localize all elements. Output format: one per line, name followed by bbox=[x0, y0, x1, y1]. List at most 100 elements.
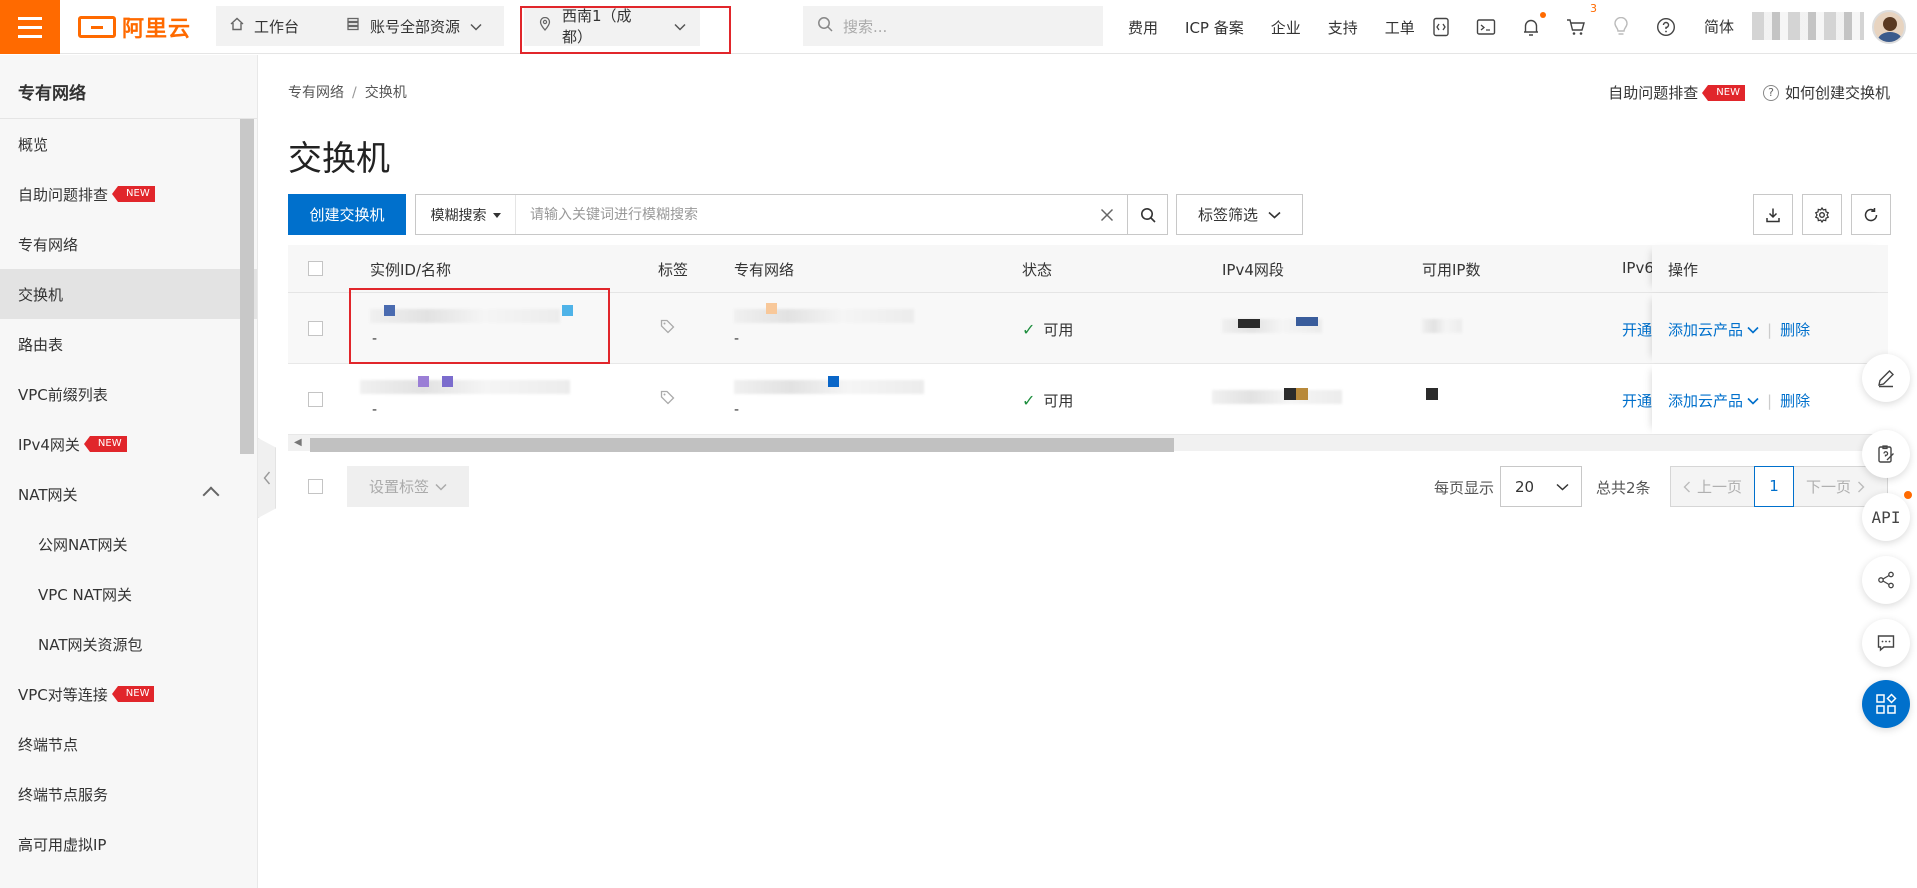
sidebar-item-nat-gateway[interactable]: NAT网关 bbox=[0, 469, 257, 519]
search-submit-button[interactable] bbox=[1127, 195, 1167, 234]
page-size-value: 20 bbox=[1515, 477, 1535, 496]
prev-page-button[interactable]: 上一页 bbox=[1671, 476, 1754, 497]
sidebar-item-ipv4-gateway[interactable]: IPv4网关 NEW bbox=[0, 419, 257, 469]
footer-select-all-checkbox[interactable] bbox=[308, 479, 323, 494]
search-type-label: 模糊搜索 bbox=[430, 207, 487, 224]
breadcrumb-item-vpc[interactable]: 专有网络 bbox=[288, 85, 344, 101]
main-content: 专有网络 / 交换机 自助问题排查 NEW ? 如何创建交换机 交换机 创建交换机 … bbox=[288, 55, 1891, 888]
sidebar-item-endpoint-service[interactable]: 终端节点服务 bbox=[0, 769, 257, 819]
status-text: 可用 bbox=[1043, 321, 1074, 339]
enable-ipv6-link[interactable]: 开通 bbox=[1622, 319, 1652, 340]
redaction-pixel bbox=[384, 305, 395, 316]
instance-id-redacted[interactable] bbox=[360, 380, 570, 394]
code-editor-icon[interactable] bbox=[1430, 16, 1452, 38]
lightbulb-icon[interactable] bbox=[1610, 16, 1632, 38]
sidebar-item-overview[interactable]: 概览 bbox=[0, 119, 257, 169]
sidebar-item-route-table[interactable]: 路由表 bbox=[0, 319, 257, 369]
current-page-button[interactable]: 1 bbox=[1754, 465, 1795, 507]
sidebar-item-havip[interactable]: 高可用虚拟IP bbox=[0, 819, 257, 869]
tag-icon[interactable] bbox=[660, 390, 675, 409]
settings-button[interactable] bbox=[1802, 194, 1842, 235]
add-cloud-product-link[interactable]: 添加云产品 bbox=[1668, 390, 1743, 411]
column-instance-id: 实例ID/名称 bbox=[370, 261, 452, 279]
sidebar-item-nat-package[interactable]: NAT网关资源包 bbox=[0, 619, 257, 669]
available-ip-redacted bbox=[1422, 319, 1462, 333]
language-switch[interactable]: 简体 bbox=[1704, 16, 1734, 37]
row-checkbox[interactable] bbox=[308, 321, 323, 336]
table-horizontal-scrollbar[interactable]: ◀ bbox=[288, 435, 1888, 452]
clipboard-edit-icon bbox=[1878, 445, 1894, 463]
share-button[interactable] bbox=[1862, 556, 1910, 604]
download-button[interactable] bbox=[1753, 194, 1793, 235]
table-row: - - ✓ 可用 开通 添加云产品 | 删除 bbox=[288, 293, 1888, 364]
workbench-button[interactable]: 工作台 bbox=[216, 6, 334, 46]
sidebar-item-prefix-list[interactable]: VPC前缀列表 bbox=[0, 369, 257, 419]
vpc-name: - bbox=[734, 402, 740, 418]
nav-link-ticket[interactable]: 工单 bbox=[1385, 17, 1415, 38]
delete-link[interactable]: 删除 bbox=[1780, 319, 1810, 340]
nav-link-billing[interactable]: 费用 bbox=[1128, 17, 1158, 38]
status-text: 可用 bbox=[1043, 392, 1074, 410]
search-icon bbox=[817, 16, 833, 36]
feedback-edit-button[interactable] bbox=[1862, 354, 1910, 402]
sidebar-item-vpc-nat[interactable]: VPC NAT网关 bbox=[0, 569, 257, 619]
operations-cell: 添加云产品 | 删除 bbox=[1652, 364, 1888, 434]
chevron-up-icon bbox=[202, 486, 220, 504]
troubleshoot-link[interactable]: 自助问题排查 bbox=[1608, 82, 1698, 103]
global-search[interactable]: 搜索... bbox=[803, 6, 1103, 46]
create-vswitch-button[interactable]: 创建交换机 bbox=[288, 194, 406, 235]
refresh-button[interactable] bbox=[1851, 194, 1891, 235]
location-pin-icon bbox=[538, 16, 552, 35]
scroll-left-icon[interactable]: ◀ bbox=[294, 437, 302, 448]
bell-icon[interactable] bbox=[1520, 12, 1546, 38]
sidebar-collapse-handle[interactable] bbox=[258, 438, 276, 518]
tag-icon[interactable] bbox=[660, 319, 675, 338]
sidebar-item-vswitch[interactable]: 交换机 bbox=[0, 269, 257, 319]
avatar[interactable] bbox=[1872, 10, 1906, 44]
help-icon[interactable] bbox=[1655, 16, 1677, 38]
select-all-checkbox[interactable] bbox=[308, 261, 323, 276]
sidebar-item-public-nat[interactable]: 公网NAT网关 bbox=[0, 519, 257, 569]
nav-link-icp[interactable]: ICP 备案 bbox=[1185, 17, 1244, 38]
tag-filter-dropdown[interactable]: 标签筛选 bbox=[1176, 194, 1303, 235]
terminal-icon[interactable] bbox=[1475, 16, 1497, 38]
how-to-create-link[interactable]: ? 如何创建交换机 bbox=[1762, 82, 1890, 103]
sidebar-item-label: VPC NAT网关 bbox=[38, 585, 133, 604]
add-cloud-product-link[interactable]: 添加云产品 bbox=[1668, 319, 1743, 340]
sidebar-item-label: 终端节点服务 bbox=[18, 785, 109, 804]
sidebar-item-vpc[interactable]: 专有网络 bbox=[0, 219, 257, 269]
scrollbar-thumb[interactable] bbox=[310, 438, 1174, 452]
instance-id-redacted[interactable] bbox=[370, 309, 560, 323]
chat-button[interactable] bbox=[1862, 619, 1910, 667]
pagination: 上一页 1 下一页 bbox=[1670, 465, 1888, 507]
set-tags-button[interactable]: 设置标签 bbox=[347, 466, 469, 507]
column-tags: 标签 bbox=[658, 261, 689, 279]
clear-icon[interactable] bbox=[1087, 195, 1127, 234]
hamburger-menu-button[interactable] bbox=[0, 0, 60, 54]
search-type-dropdown[interactable]: 模糊搜索 bbox=[416, 195, 516, 234]
page-size-select[interactable]: 20 bbox=[1500, 466, 1582, 507]
api-button[interactable]: API bbox=[1862, 491, 1912, 541]
apps-button[interactable] bbox=[1862, 680, 1910, 728]
row-checkbox[interactable] bbox=[308, 392, 323, 407]
enable-ipv6-link[interactable]: 开通 bbox=[1622, 390, 1652, 411]
resource-scope-dropdown[interactable]: 账号全部资源 bbox=[332, 6, 504, 46]
pencil-icon bbox=[1878, 370, 1894, 388]
delete-link[interactable]: 删除 bbox=[1780, 390, 1810, 411]
nav-link-enterprise[interactable]: 企业 bbox=[1271, 17, 1301, 38]
next-page-button[interactable]: 下一页 bbox=[1794, 476, 1877, 497]
checklist-button[interactable] bbox=[1862, 430, 1910, 478]
sidebar-item-troubleshoot[interactable]: 自助问题排查 NEW bbox=[0, 169, 257, 219]
instance-name: - bbox=[372, 402, 378, 418]
region-dropdown[interactable]: 西南1（成都） bbox=[524, 6, 700, 46]
vpc-id-redacted[interactable] bbox=[734, 309, 914, 323]
search-input[interactable] bbox=[516, 195, 1087, 234]
sidebar-item-vpc-peering[interactable]: VPC对等连接 NEW bbox=[0, 669, 257, 719]
user-name-redacted[interactable] bbox=[1752, 12, 1864, 40]
cart-icon[interactable]: 3 bbox=[1565, 2, 1597, 38]
nav-link-support[interactable]: 支持 bbox=[1328, 17, 1358, 38]
aliyun-logo[interactable]: 阿里云 bbox=[78, 12, 191, 42]
sidebar-item-endpoint[interactable]: 终端节点 bbox=[0, 719, 257, 769]
sidebar: 专有网络 概览 自助问题排查 NEW 专有网络 交换机 路由表 VPC前缀列表 I… bbox=[0, 55, 258, 888]
sidebar-scrollbar[interactable] bbox=[240, 119, 254, 454]
